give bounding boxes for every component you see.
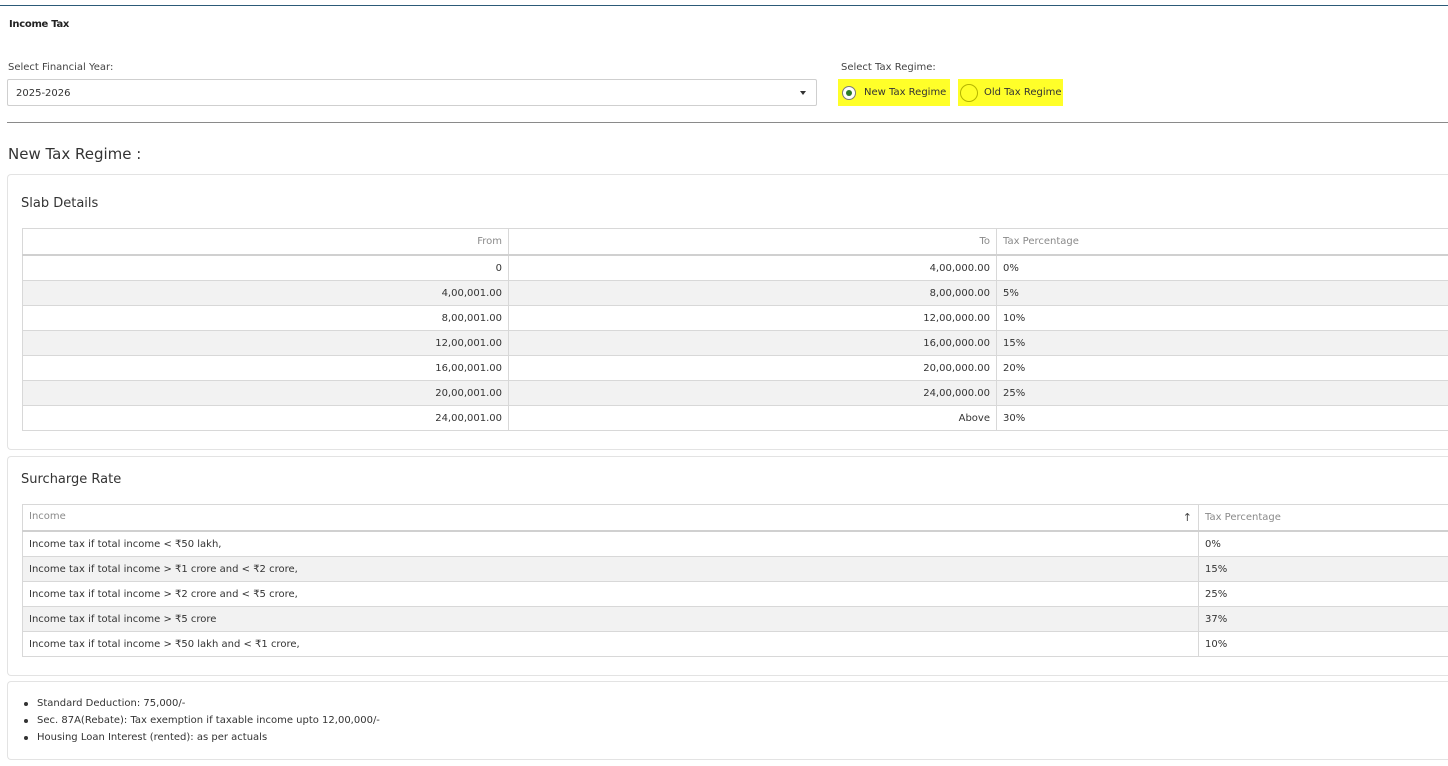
cell-income: Income tax if total income > ₹2 crore an…: [22, 581, 1199, 607]
sort-ascending-icon[interactable]: ↑: [1183, 511, 1192, 524]
cell-income: Income tax if total income > ₹50 lakh an…: [22, 631, 1199, 657]
radio-checked-icon[interactable]: [842, 85, 856, 100]
list-item: Housing Loan Interest (rented): as per a…: [24, 729, 380, 746]
cell-tax-percentage: 10%: [996, 305, 1448, 331]
surcharge-rate-table: Income ↑ Tax Percentage Income tax if to…: [22, 504, 1448, 657]
list-item: Standard Deduction: 75,000/-: [24, 695, 380, 712]
notes-list: Standard Deduction: 75,000/- Sec. 87A(Re…: [24, 695, 380, 746]
surcharge-rate-title: Surcharge Rate: [21, 472, 122, 487]
chevron-down-icon: [800, 91, 806, 95]
cell-income: Income tax if total income < ₹50 lakh,: [22, 530, 1199, 557]
column-header-income-label: Income: [29, 511, 66, 522]
cell-tax-percentage: 25%: [1198, 581, 1448, 607]
cell-from: 8,00,001.00: [22, 305, 509, 331]
table-row: Income tax if total income < ₹50 lakh, 0%: [22, 530, 1448, 557]
top-border: [0, 5, 1448, 6]
column-header-tax-percentage[interactable]: Tax Percentage: [996, 228, 1448, 256]
slab-details-table: From To Tax Percentage 0 4,00,000.00 0% 4,…: [22, 228, 1448, 431]
cell-tax-percentage: 15%: [1198, 556, 1448, 582]
cell-to: 4,00,000.00: [508, 254, 997, 281]
new-tax-regime-radio[interactable]: New Tax Regime: [838, 79, 950, 106]
cell-from: 12,00,001.00: [22, 330, 509, 356]
page-title: Income Tax: [9, 19, 70, 30]
cell-from: 4,00,001.00: [22, 280, 509, 306]
section-divider: [7, 122, 1448, 123]
table-row: 8,00,001.00 12,00,000.00 10%: [22, 305, 1448, 331]
table-row: 12,00,001.00 16,00,000.00 15%: [22, 330, 1448, 356]
table-row: 20,00,001.00 24,00,000.00 25%: [22, 380, 1448, 406]
table-row: 16,00,001.00 20,00,000.00 20%: [22, 355, 1448, 381]
cell-to: 8,00,000.00: [508, 280, 997, 306]
new-tax-regime-label[interactable]: New Tax Regime: [864, 87, 946, 98]
cell-from: 0: [22, 254, 509, 281]
financial-year-label: Select Financial Year:: [8, 62, 114, 73]
cell-from: 24,00,001.00: [22, 405, 509, 431]
slab-details-title: Slab Details: [21, 196, 99, 211]
table-row: 0 4,00,000.00 0%: [22, 254, 1448, 281]
cell-to: 20,00,000.00: [508, 355, 997, 381]
financial-year-value: 2025-2026: [16, 88, 71, 99]
table-header-row: Income ↑ Tax Percentage: [22, 504, 1448, 532]
table-row: Income tax if total income > ₹50 lakh an…: [22, 631, 1448, 657]
cell-tax-percentage: 30%: [996, 405, 1448, 431]
column-header-tax-percentage[interactable]: Tax Percentage: [1198, 504, 1448, 532]
radio-unchecked-icon[interactable]: [960, 83, 978, 102]
cell-to: Above: [508, 405, 997, 431]
table-row: Income tax if total income > ₹5 crore 37%: [22, 606, 1448, 632]
cell-tax-percentage: 25%: [996, 380, 1448, 406]
cell-tax-percentage: 37%: [1198, 606, 1448, 632]
notes-card: Standard Deduction: 75,000/- Sec. 87A(Re…: [7, 681, 1448, 760]
table-row: 4,00,001.00 8,00,000.00 5%: [22, 280, 1448, 306]
cell-from: 20,00,001.00: [22, 380, 509, 406]
cell-tax-percentage: 0%: [1198, 530, 1448, 557]
financial-year-select[interactable]: 2025-2026: [7, 79, 817, 106]
cell-tax-percentage: 0%: [996, 254, 1448, 281]
cell-from: 16,00,001.00: [22, 355, 509, 381]
table-header-row: From To Tax Percentage: [22, 228, 1448, 256]
cell-to: 24,00,000.00: [508, 380, 997, 406]
cell-tax-percentage: 10%: [1198, 631, 1448, 657]
cell-tax-percentage: 15%: [996, 330, 1448, 356]
old-tax-regime-radio[interactable]: Old Tax Regime: [958, 79, 1063, 106]
cell-tax-percentage: 20%: [996, 355, 1448, 381]
section-title: New Tax Regime :: [8, 145, 142, 163]
table-row: Income tax if total income > ₹1 crore an…: [22, 556, 1448, 582]
list-item: Sec. 87A(Rebate): Tax exemption if taxab…: [24, 712, 380, 729]
column-header-to[interactable]: To: [508, 228, 997, 256]
cell-to: 12,00,000.00: [508, 305, 997, 331]
slab-details-card: Slab Details From To Tax Percentage 0 4,0…: [7, 174, 1448, 450]
cell-income: Income tax if total income > ₹5 crore: [22, 606, 1199, 632]
cell-to: 16,00,000.00: [508, 330, 997, 356]
surcharge-rate-card: Surcharge Rate Income ↑ Tax Percentage I…: [7, 456, 1448, 676]
table-row: 24,00,001.00 Above 30%: [22, 405, 1448, 431]
column-header-income[interactable]: Income ↑: [22, 504, 1199, 532]
tax-regime-label: Select Tax Regime:: [841, 62, 936, 73]
column-header-from[interactable]: From: [22, 228, 509, 256]
table-row: Income tax if total income > ₹2 crore an…: [22, 581, 1448, 607]
cell-tax-percentage: 5%: [996, 280, 1448, 306]
old-tax-regime-label[interactable]: Old Tax Regime: [984, 87, 1062, 98]
cell-income: Income tax if total income > ₹1 crore an…: [22, 556, 1199, 582]
